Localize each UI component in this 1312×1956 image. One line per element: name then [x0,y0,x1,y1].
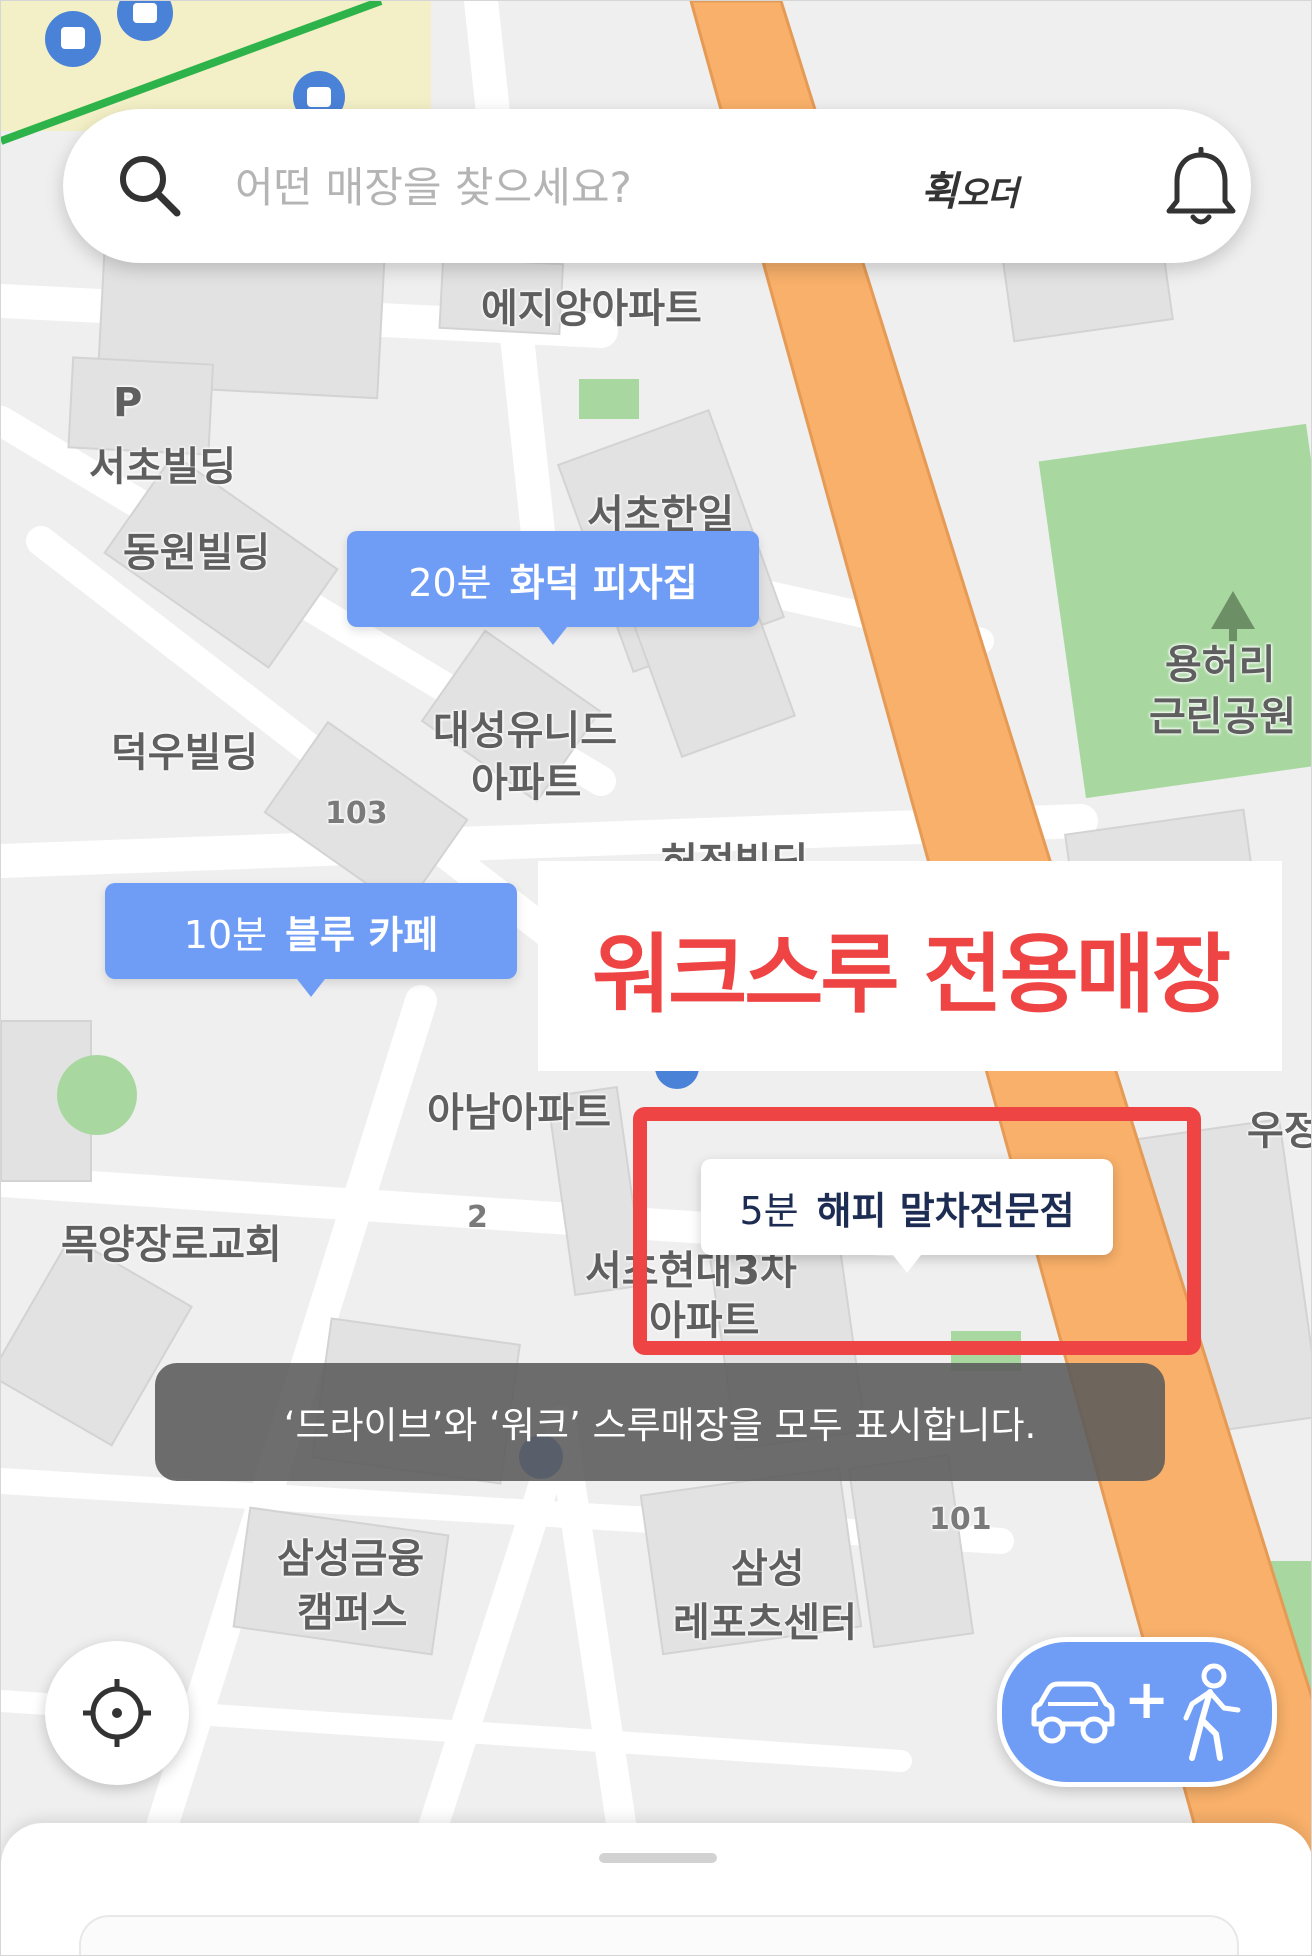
logo-main: 휙 [921,169,958,215]
mode-plus-sign: + [1124,1668,1170,1731]
map-label-samsung-fin-1: 삼성금융 [277,1536,425,1582]
map-label-seocho-bldg: 서초빌딩 [89,444,237,490]
store-pin-time: 10분 [183,912,268,957]
search-icon[interactable] [115,151,185,221]
store-pin-cafe[interactable]: 10분 블루 카페 [105,883,517,997]
store-pin-name: 화덕 피자집 [509,560,698,605]
walkthrough-promo-text: 워크스루 전용매장 [592,924,1231,1025]
map-label-daesung-2: 아파트 [471,760,582,806]
logo-sub: 오더 [956,174,1019,214]
sheet-card [79,1915,1239,1955]
map-label-samsung-rep-1: 삼성 [731,1546,805,1592]
map-label-samsung-rep-2: 레포츠센터 [673,1600,857,1646]
map-label-dongwon-bldg: 동원빌딩 [123,530,271,576]
map-label-samsung-fin-2: 캠퍼스 [297,1590,408,1636]
bell-icon[interactable] [1163,147,1239,229]
map-label-post: 우정 [1247,1108,1311,1154]
app-screen: 에지앙아파트 P 서초빌딩 동원빌딩 서초한일 덕우빌딩 대성유니드 아파트 1… [0,0,1312,1956]
map-label-101: 101 [929,1502,992,1537]
map-label-church: 목양장로교회 [61,1222,282,1268]
store-pin-name: 블루 카페 [285,912,439,957]
map-label-2: 2 [467,1200,488,1235]
store-pin-time: 5분 [739,1188,799,1233]
map-label-anam-apt: 아남아파트 [427,1090,611,1136]
map-label-daesung-1: 대성유니드 [433,708,617,754]
drive-walk-mode-button[interactable]: + [997,1637,1277,1787]
map-label-103: 103 [325,796,388,831]
bottom-sheet[interactable] [1,1823,1311,1955]
walkthrough-promo-panel: 워크스루 전용매장 [538,861,1282,1071]
car-icon [1031,1681,1115,1744]
store-pin-time: 20분 [408,560,492,605]
store-pin-pizza[interactable]: 20분 화덕 피자집 [347,531,759,645]
store-pin-name: 해피 말차전문점 [816,1188,1075,1233]
map-label-parking: P [113,380,143,426]
walking-person-icon [1183,1663,1241,1761]
search-input[interactable] [233,149,797,225]
toast-message: ‘드라이브’와 ‘워크’ 스루매장을 모두 표시합니다. [155,1363,1165,1481]
map-label-park-2: 근린공원 [1149,694,1297,740]
app-logo: 휙오더 [921,159,1019,217]
map-label-deokwoo-bldg: 덕우빌딩 [111,730,259,776]
map-label-park-1: 용허리 [1165,642,1276,688]
current-location-button[interactable] [45,1641,189,1785]
search-bar[interactable]: 휙오더 [63,109,1251,263]
map-label-ezi-apt: 에지앙아파트 [481,286,702,332]
store-pin-matcha[interactable]: 5분 해피 말차전문점 [701,1159,1113,1273]
sheet-drag-handle[interactable] [599,1853,717,1863]
crosshair-icon [83,1679,151,1747]
